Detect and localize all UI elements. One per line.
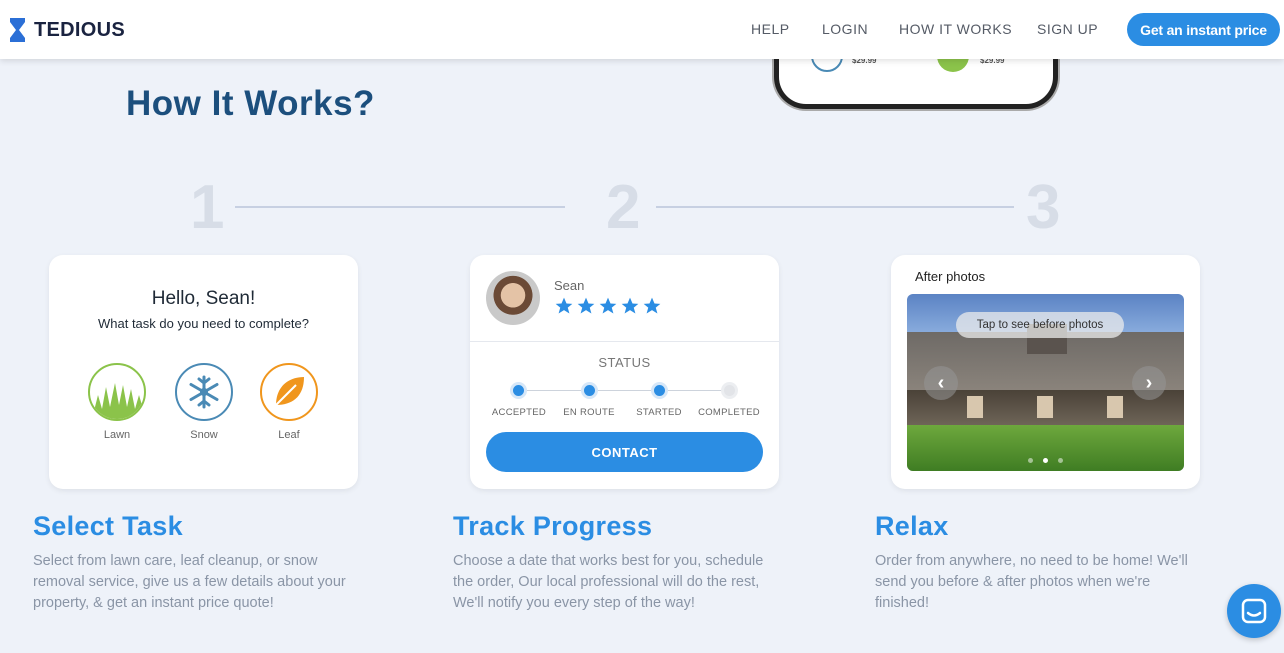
step-connector — [235, 206, 565, 208]
page-title: How It Works? — [126, 84, 375, 123]
nav-login-link[interactable]: LOGIN — [822, 21, 868, 37]
step-connector — [656, 206, 1014, 208]
nav-signup-link[interactable]: SIGN UP — [1037, 21, 1098, 37]
step-number-3: 3 — [1026, 173, 1061, 242]
progress-track — [519, 390, 729, 391]
star-icon — [555, 297, 573, 314]
leaf-label: Leaf — [278, 429, 300, 441]
snow-label: Snow — [190, 429, 218, 441]
snowflake-icon — [189, 375, 219, 409]
track-progress-card: Sean STATUS ACCEPTED EN ROUTE STARTED CO… — [470, 255, 779, 489]
section-title: Track Progress — [453, 511, 653, 541]
lawn-area — [907, 425, 1184, 471]
carousel-dot[interactable] — [1043, 458, 1048, 463]
header: TEDIOUS HELP LOGIN HOW IT WORKS SIGN UP … — [0, 0, 1284, 59]
carousel-next-icon[interactable]: › — [1132, 366, 1166, 400]
carousel-dot[interactable] — [1028, 458, 1033, 463]
chat-icon — [1241, 598, 1267, 624]
lawn-option[interactable] — [88, 363, 146, 421]
before-photos-tooltip[interactable]: Tap to see before photos — [956, 312, 1124, 338]
avatar — [486, 271, 540, 325]
hourglass-icon — [10, 18, 25, 42]
brand-logo[interactable]: TEDIOUS — [10, 18, 125, 42]
step-number-1: 1 — [190, 173, 225, 242]
star-icon — [599, 297, 617, 314]
section-description: Select from lawn care, leaf cleanup, or … — [33, 553, 346, 611]
grass-icon — [92, 383, 144, 419]
contact-button[interactable]: CONTACT — [486, 432, 763, 472]
house-window — [1107, 396, 1123, 418]
snow-option[interactable] — [175, 363, 233, 421]
carousel-dot[interactable] — [1058, 458, 1063, 463]
star-icon — [643, 297, 661, 314]
chat-button[interactable] — [1227, 584, 1281, 638]
house-window — [967, 396, 983, 418]
stage-dot-completed — [721, 382, 738, 399]
divider — [470, 341, 779, 342]
lawn-label: Lawn — [103, 429, 131, 441]
status-heading: STATUS — [598, 355, 651, 370]
relax-card: After photos Tap to see before photos ‹ … — [891, 255, 1200, 489]
nav-help-link[interactable]: HELP — [751, 21, 790, 37]
nav-how-it-works-link[interactable]: HOW IT WORKS — [899, 21, 1012, 37]
stage-dot-en-route — [581, 382, 598, 399]
photos-title: After photos — [915, 269, 986, 284]
brand-name: TEDIOUS — [34, 18, 125, 41]
stage-dot-accepted — [510, 382, 527, 399]
instant-price-button[interactable]: Get an instant price — [1127, 13, 1280, 46]
star-icon — [621, 297, 639, 314]
after-photo-carousel[interactable]: Tap to see before photos ‹ › — [907, 294, 1184, 471]
leaf-option[interactable] — [260, 363, 318, 421]
section-description: Order from anywhere, no need to be home!… — [875, 553, 1188, 611]
greeting: Hello, Sean! — [151, 288, 256, 309]
stage-label: COMPLETED — [698, 407, 760, 418]
section-description: Choose a date that works best for you, s… — [453, 553, 764, 611]
rating-stars — [554, 296, 664, 316]
house-door — [1037, 396, 1053, 418]
section-title: Select Task — [33, 511, 183, 541]
pro-name: Sean — [554, 278, 585, 293]
star-icon — [577, 297, 595, 314]
leaf-icon — [275, 377, 304, 406]
stage-dot-started — [651, 382, 668, 399]
carousel-prev-icon[interactable]: ‹ — [924, 366, 958, 400]
section-title: Relax — [875, 511, 949, 541]
select-task-card: Hello, Sean! What task do you need to co… — [49, 255, 358, 489]
task-question: What task do you need to complete? — [97, 316, 309, 331]
step-number-2: 2 — [606, 173, 641, 242]
